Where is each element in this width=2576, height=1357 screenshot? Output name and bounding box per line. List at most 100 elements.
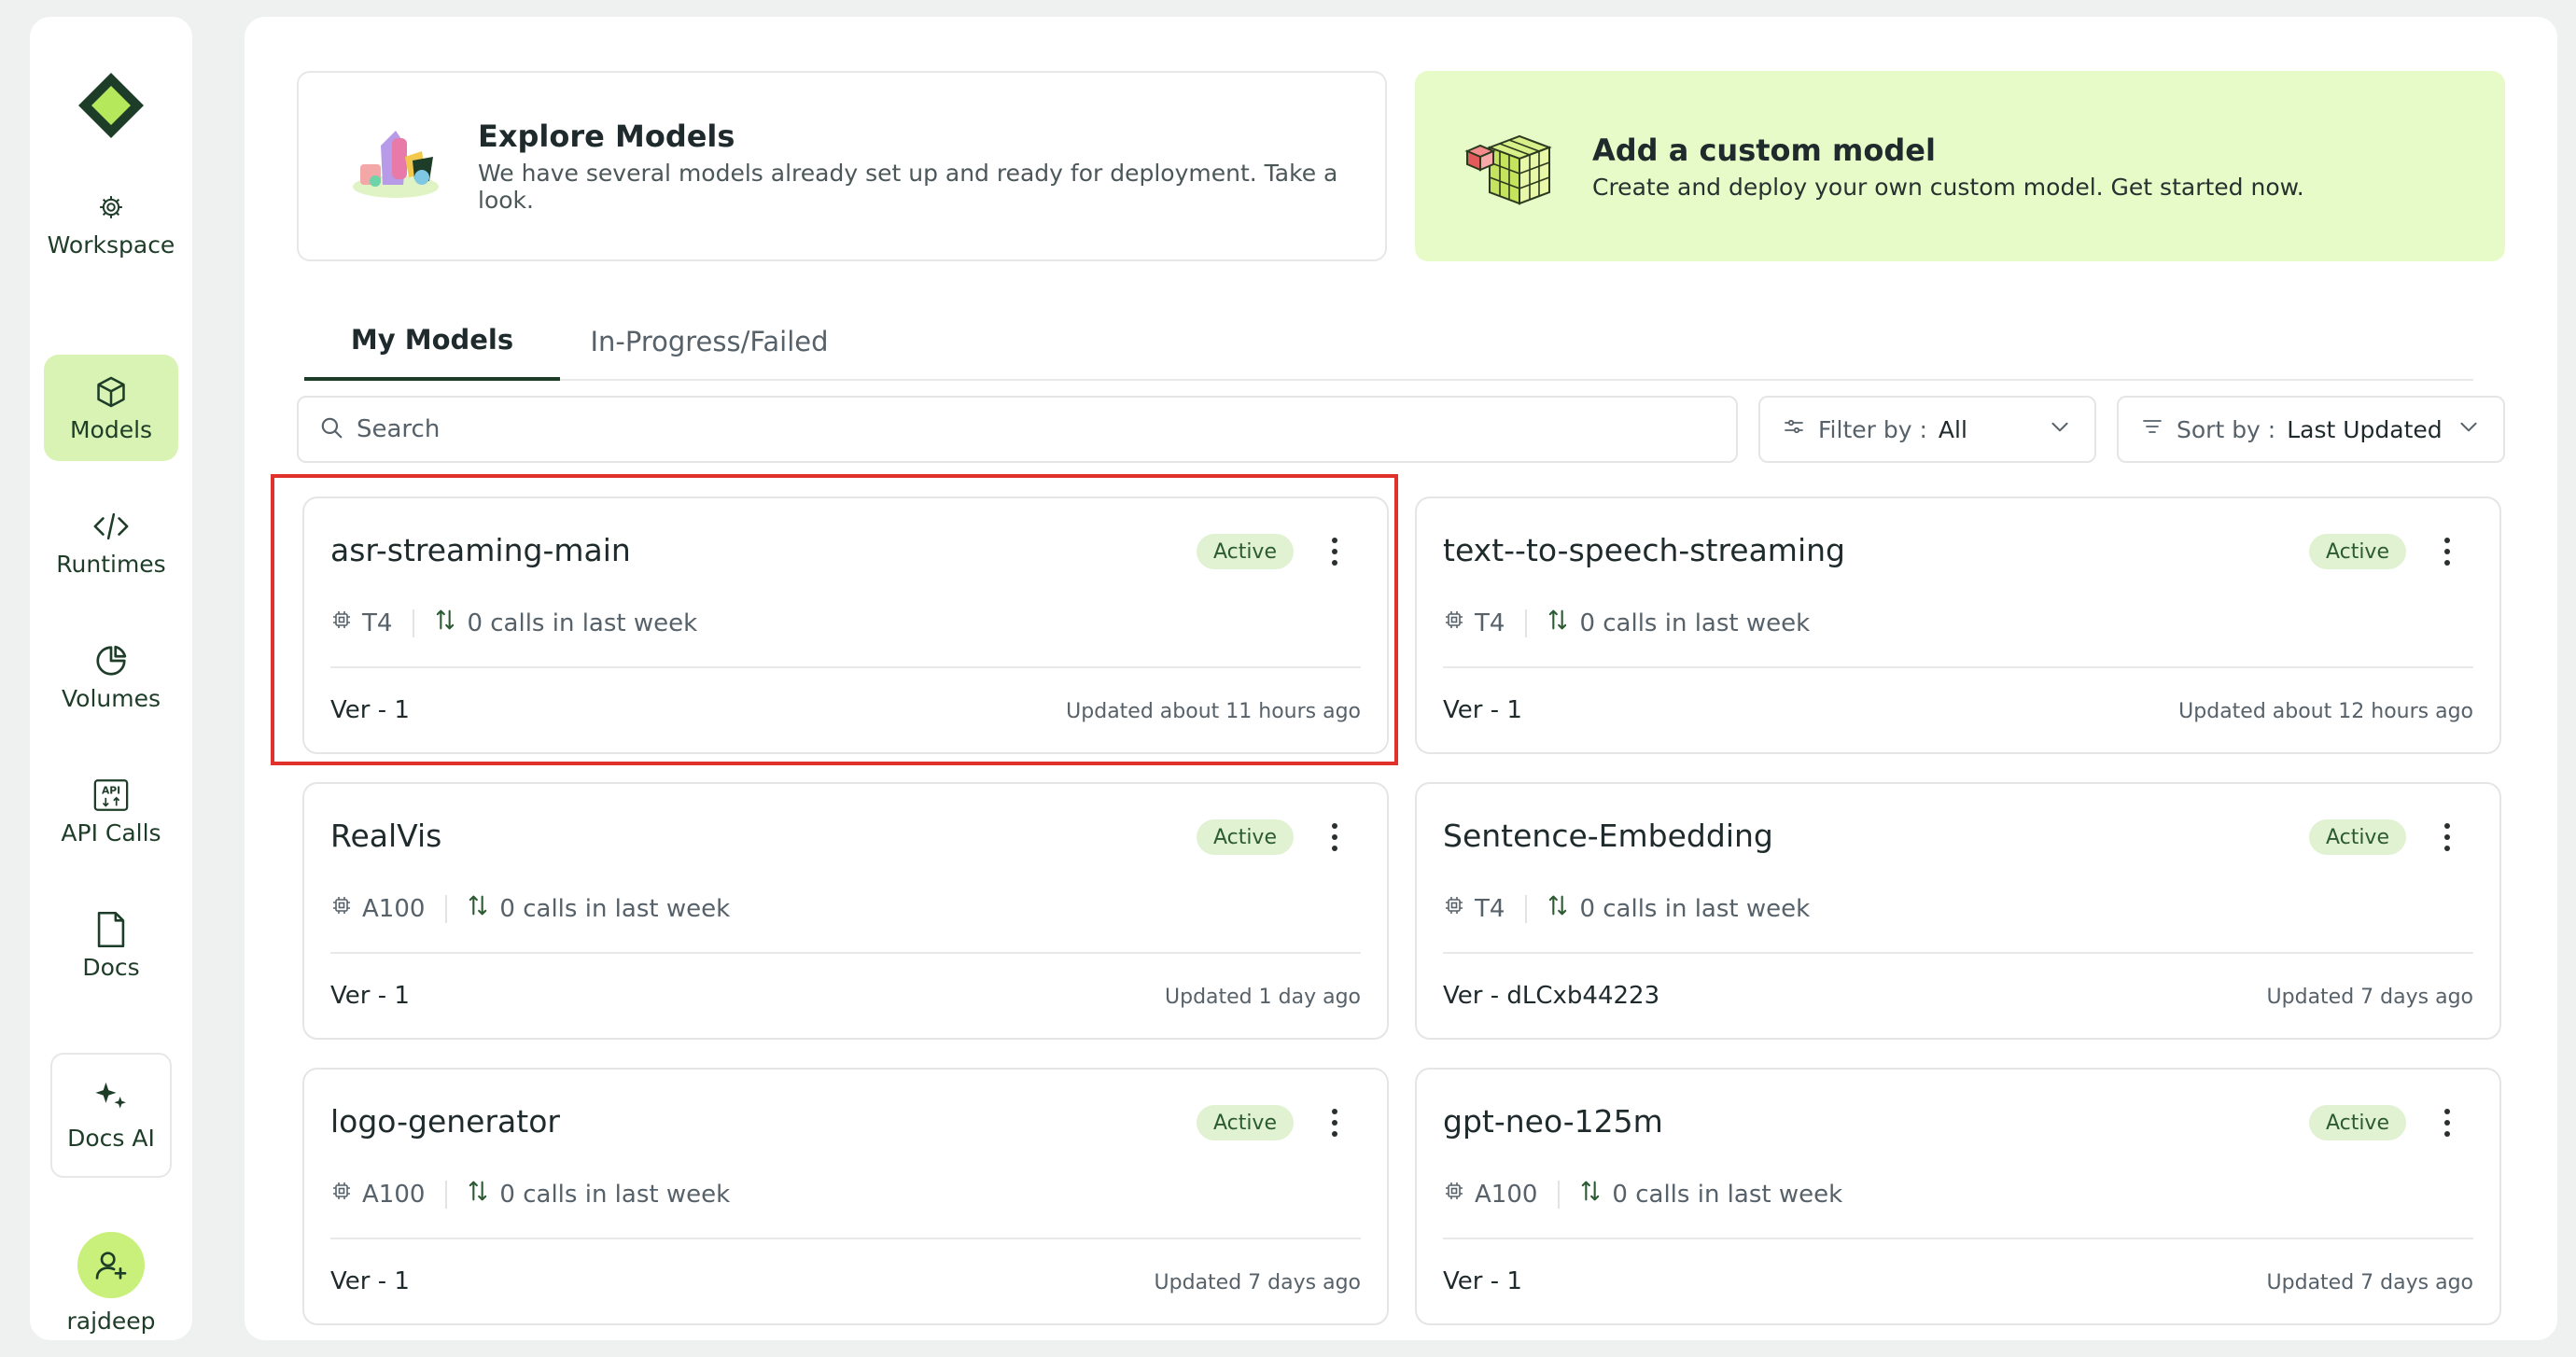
chip-icon [330, 894, 353, 923]
updated-time: Updated 7 days ago [2266, 986, 2473, 1009]
main-panel: Explore Models We have several models al… [245, 17, 2557, 1340]
filter-value: All [1938, 415, 1967, 443]
status-badge: Active [2308, 534, 2406, 569]
status-badge: Active [2308, 1105, 2406, 1140]
sparkle-icon [92, 1080, 130, 1117]
divider [1558, 1180, 1561, 1209]
chip-icon [330, 609, 353, 637]
status-badge: Active [2308, 819, 2406, 855]
updated-time: Updated about 11 hours ago [1066, 700, 1361, 723]
more-options-icon[interactable] [2438, 1109, 2457, 1137]
sidebar-item-models[interactable]: Models [44, 355, 178, 461]
sort-dropdown[interactable]: Sort by : Last Updated [2117, 396, 2505, 463]
search-icon [319, 415, 343, 443]
calls-count: 0 calls in last week [1612, 1180, 1843, 1209]
status-badge: Active [1196, 1105, 1294, 1140]
more-options-icon[interactable] [2438, 538, 2457, 566]
model-version: Ver - 1 [330, 982, 410, 1010]
gpu-type: A100 [1475, 1180, 1538, 1209]
more-options-icon[interactable] [1325, 823, 1344, 851]
workspace-button[interactable]: Workspace [44, 174, 178, 273]
card-divider [1443, 952, 2473, 954]
more-options-icon[interactable] [1325, 1109, 1344, 1137]
sidebar-item-label: Models [69, 415, 153, 443]
document-icon [92, 911, 130, 948]
cube-icon [92, 373, 130, 411]
model-meta: T4 0 calls in last week [330, 607, 697, 639]
model-name[interactable]: Sentence-Embedding [1443, 818, 1773, 854]
model-meta: T4 0 calls in last week [1443, 607, 1810, 639]
card-divider [330, 952, 1361, 954]
status-badge: Active [1196, 534, 1294, 569]
search-input[interactable] [357, 415, 1663, 443]
gear-icon [92, 189, 130, 226]
model-card[interactable]: asr-streaming-main Active T4 0 calls in … [302, 497, 1389, 754]
sidebar-item-volumes[interactable]: Volumes [44, 623, 178, 730]
calls-count: 0 calls in last week [467, 609, 698, 637]
model-name[interactable]: RealVis [330, 818, 441, 854]
filter-dropdown[interactable]: Filter by : All [1758, 396, 2096, 463]
sidebar-item-api-calls[interactable]: API API Calls [44, 758, 178, 864]
sidebar-item-docs[interactable]: Docs [44, 892, 178, 999]
model-version: Ver - 1 [1443, 696, 1522, 724]
banner-subtitle: We have several models already set up an… [478, 160, 1338, 214]
arrows-updown-icon [468, 1178, 488, 1210]
explore-models-banner[interactable]: Explore Models We have several models al… [297, 71, 1387, 261]
logo[interactable] [77, 71, 146, 140]
card-divider [1443, 1238, 2473, 1239]
rubiks-cube-icon [1462, 119, 1564, 213]
chevron-down-icon [2048, 414, 2072, 444]
code-icon [92, 508, 130, 545]
gpu-type: T4 [362, 609, 393, 637]
divider [445, 1180, 448, 1209]
model-meta: A100 0 calls in last week [330, 1178, 730, 1210]
docs-ai-label: Docs AI [67, 1124, 155, 1152]
search-box [297, 396, 1738, 463]
filter-label: Filter by : [1818, 415, 1927, 443]
api-icon: API [92, 776, 130, 814]
sidebar-item-runtimes[interactable]: Runtimes [44, 489, 178, 595]
chip-icon [1443, 1180, 1465, 1209]
model-meta: A100 0 calls in last week [330, 892, 730, 925]
model-name[interactable]: logo-generator [330, 1103, 560, 1140]
more-options-icon[interactable] [2438, 823, 2457, 851]
user-name: rajdeep [66, 1308, 156, 1335]
model-name[interactable]: gpt-neo-125m [1443, 1103, 1663, 1140]
pie-chart-icon [92, 642, 130, 679]
add-custom-model-banner[interactable]: Add a custom model Create and deploy you… [1415, 71, 2505, 261]
updated-time: Updated 7 days ago [2266, 1271, 2473, 1294]
updated-time: Updated about 12 hours ago [2178, 700, 2473, 723]
model-meta: T4 0 calls in last week [1443, 892, 1810, 925]
updated-time: Updated 1 day ago [1165, 986, 1361, 1009]
model-card[interactable]: Sentence-Embedding Active T4 0 calls in … [1415, 782, 2501, 1040]
divider [1525, 894, 1528, 923]
sidebar: Workspace Models Runtimes Volumes API AP… [30, 17, 192, 1340]
divider [1525, 609, 1528, 637]
model-card[interactable]: logo-generator Active A100 0 calls in la… [302, 1068, 1389, 1325]
banner-title: Add a custom model [1592, 132, 1936, 168]
arrows-updown-icon [468, 892, 488, 925]
model-card[interactable]: RealVis Active A100 0 calls in last week… [302, 782, 1389, 1040]
sliders-icon [1783, 415, 1805, 443]
model-name[interactable]: asr-streaming-main [330, 532, 631, 568]
user-profile[interactable]: rajdeep [44, 1232, 178, 1335]
arrows-updown-icon [1547, 892, 1568, 925]
updated-time: Updated 7 days ago [1154, 1271, 1361, 1294]
tab-in-progress-failed[interactable]: In-Progress/Failed [560, 302, 859, 381]
card-divider [330, 666, 1361, 668]
sidebar-item-label: API Calls [61, 818, 161, 846]
calls-count: 0 calls in last week [1579, 894, 1811, 923]
divider [445, 894, 448, 923]
arrows-updown-icon [1547, 607, 1568, 639]
model-name[interactable]: text--to-speech-streaming [1443, 532, 1845, 568]
gpu-type: T4 [1475, 894, 1505, 923]
model-card[interactable]: text--to-speech-streaming Active T4 0 ca… [1415, 497, 2501, 754]
user-add-icon [95, 1251, 127, 1280]
sidebar-item-label: Docs [82, 953, 140, 981]
model-card[interactable]: gpt-neo-125m Active A100 0 calls in last… [1415, 1068, 2501, 1325]
chip-icon [330, 1180, 353, 1209]
sidebar-item-label: Runtimes [56, 550, 166, 578]
tab-my-models[interactable]: My Models [304, 302, 560, 381]
more-options-icon[interactable] [1325, 538, 1344, 566]
docs-ai-button[interactable]: Docs AI [50, 1053, 172, 1178]
